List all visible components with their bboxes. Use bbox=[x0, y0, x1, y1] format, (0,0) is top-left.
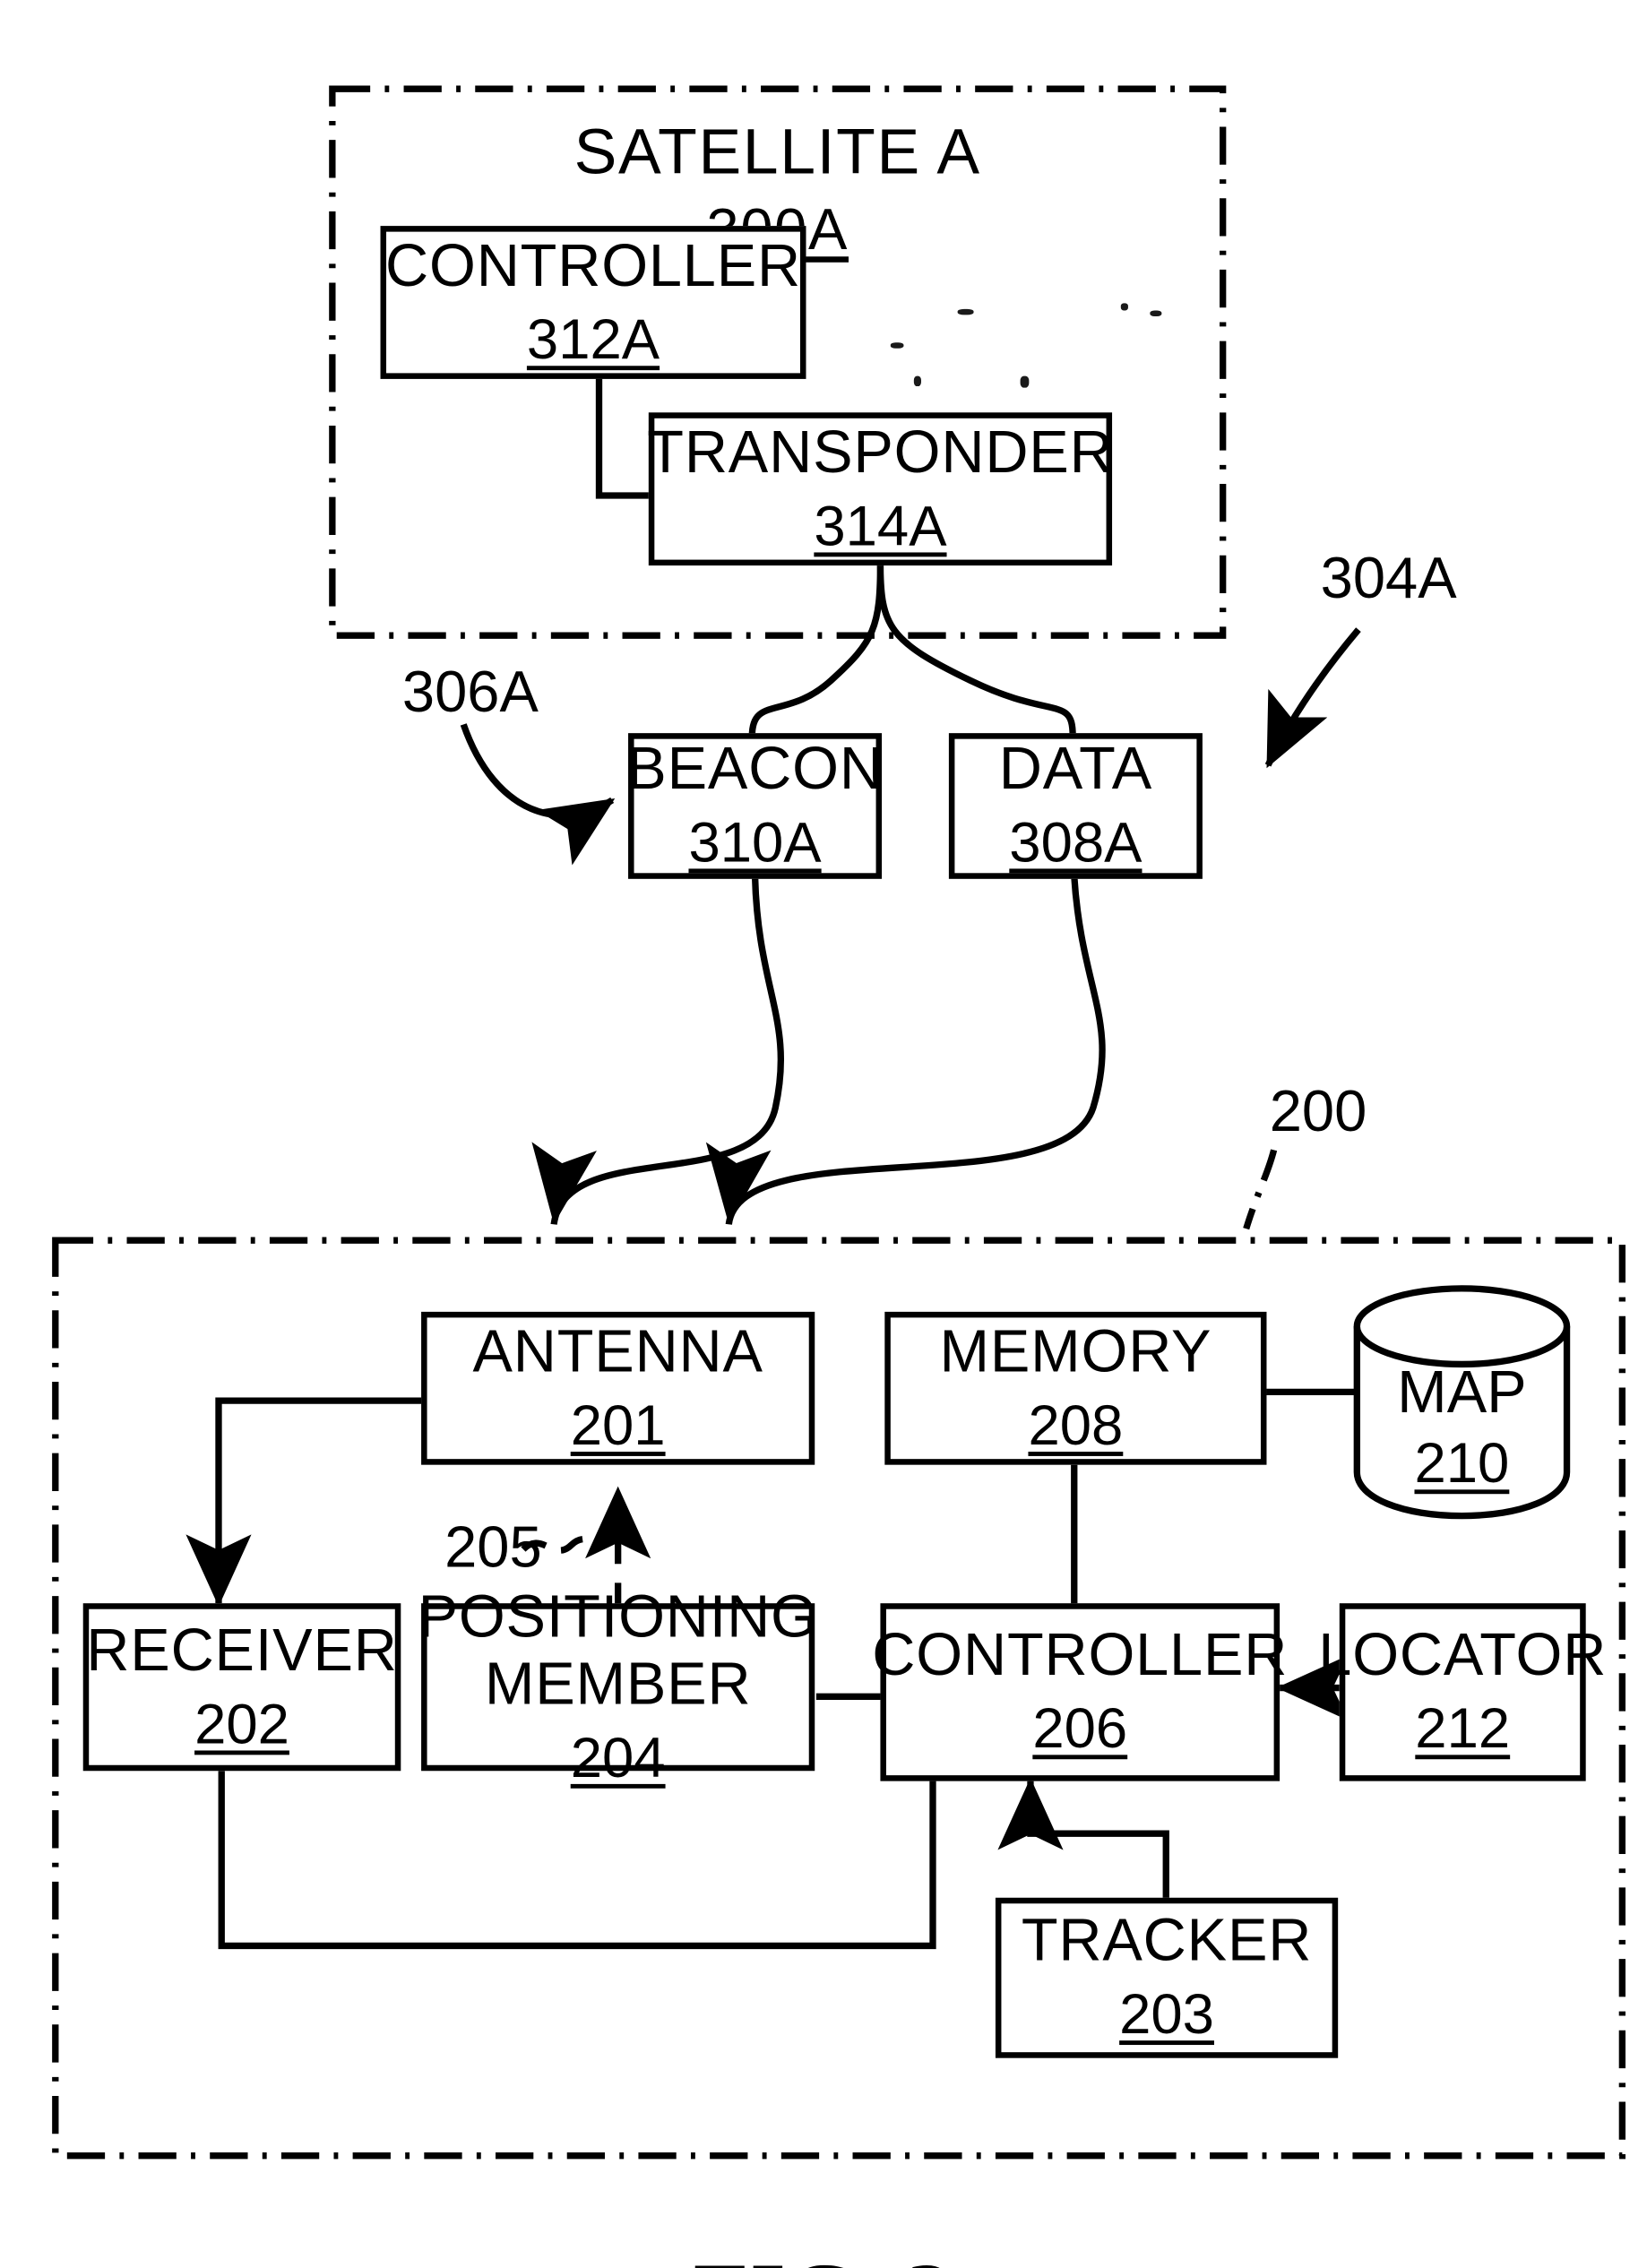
scan-speck bbox=[1120, 303, 1128, 311]
box-ref-212: 212 bbox=[1415, 1698, 1511, 1762]
box-ref-312a: 312A bbox=[526, 308, 660, 372]
pointer-306a bbox=[460, 723, 616, 866]
connector-transponder-data bbox=[876, 562, 1076, 737]
box-label-tracker: TRACKER bbox=[1021, 1906, 1313, 1974]
scan-speck bbox=[890, 342, 904, 349]
box-data[interactable]: DATA 308A bbox=[948, 733, 1203, 879]
connector-antenna-receiver bbox=[185, 1397, 422, 1607]
box-label-locator: LOCATOR bbox=[1318, 1621, 1608, 1688]
box-satellite-transponder[interactable]: TRANSPONDER 314A bbox=[647, 412, 1114, 566]
pointer-304a bbox=[1264, 627, 1361, 769]
box-positioning-member[interactable]: POSITIONING MEMBER 204 bbox=[418, 1582, 817, 1789]
signal-path-data bbox=[706, 875, 1106, 1225]
box-label-controller-312a: CONTROLLER bbox=[385, 231, 801, 298]
scan-speck bbox=[913, 375, 921, 387]
connector-transponder-beacon bbox=[748, 562, 884, 737]
scan-speck bbox=[1020, 375, 1030, 388]
ref-number-205: 205 bbox=[444, 1515, 542, 1581]
box-ref-202: 202 bbox=[194, 1693, 289, 1756]
box-ref-208: 208 bbox=[1028, 1393, 1124, 1457]
box-ref-314a: 314A bbox=[814, 495, 947, 558]
db-map[interactable]: MAP 210 bbox=[1357, 1289, 1566, 1522]
box-label-data: DATA bbox=[998, 735, 1152, 802]
scan-speck bbox=[1150, 310, 1162, 316]
box-tracker[interactable]: TRACKER 203 bbox=[995, 1897, 1339, 2058]
box-label-beacon: BEACON bbox=[626, 735, 884, 802]
box-label-receiver: RECEIVER bbox=[86, 1616, 398, 1684]
db-label-map: MAP bbox=[1397, 1358, 1527, 1426]
db-ref-210: 210 bbox=[1414, 1433, 1510, 1496]
box-ref-203: 203 bbox=[1119, 1983, 1214, 2047]
box-label-memory: MEMORY bbox=[939, 1316, 1212, 1384]
box-label-transponder-314a: TRANSPONDER bbox=[647, 418, 1114, 486]
box-ref-308a: 308A bbox=[1009, 812, 1143, 875]
box-receiver[interactable]: RECEIVER 202 bbox=[82, 1603, 401, 1772]
box-beacon[interactable]: BEACON 310A bbox=[626, 733, 884, 879]
connector-controller-transponder bbox=[595, 375, 652, 499]
box-label-positioning-line2: MEMBER bbox=[484, 1649, 752, 1717]
box-label-antenna: ANTENNA bbox=[472, 1316, 763, 1384]
box-memory[interactable]: MEMORY 208 bbox=[884, 1311, 1267, 1465]
connector-tracker-controller bbox=[997, 1777, 1169, 1900]
diagram-connectors-layer bbox=[52, 85, 1626, 2160]
box-ref-201: 201 bbox=[570, 1393, 666, 1457]
box-ref-206: 206 bbox=[1032, 1698, 1128, 1762]
ref-number-306a: 306A bbox=[401, 660, 539, 725]
scan-speck bbox=[957, 308, 974, 315]
box-ref-310a: 310A bbox=[688, 812, 822, 875]
ref-number-304a: 304A bbox=[1320, 546, 1457, 611]
patent-figure-page: SATELLITE A 300A CONTROLLER 312A TRANSPO… bbox=[0, 0, 1647, 2268]
signal-path-beacon bbox=[531, 875, 784, 1225]
ref-number-200: 200 bbox=[1269, 1080, 1367, 1144]
box-locator[interactable]: LOCATOR 212 bbox=[1318, 1603, 1606, 1781]
connector-receiver-bus bbox=[218, 1768, 936, 1950]
box-satellite-controller[interactable]: CONTROLLER 312A bbox=[380, 226, 806, 379]
box-antenna[interactable]: ANTENNA 201 bbox=[421, 1311, 815, 1465]
box-label-controller-206: CONTROLLER bbox=[872, 1621, 1289, 1688]
figure-caption: FIG. 2 bbox=[0, 2245, 1647, 2268]
db-map-label-group: MAP 210 bbox=[1357, 1358, 1566, 1498]
box-device-controller[interactable]: CONTROLLER 206 bbox=[872, 1603, 1287, 1781]
diagram-scale-wrapper: SATELLITE A 300A CONTROLLER 312A TRANSPO… bbox=[0, 0, 1647, 2268]
box-ref-204: 204 bbox=[570, 1726, 666, 1789]
satellite-title-text: SATELLITE A bbox=[573, 116, 981, 188]
box-label-positioning-line1: POSITIONING bbox=[418, 1582, 818, 1650]
pointer-200 bbox=[1243, 1149, 1278, 1230]
